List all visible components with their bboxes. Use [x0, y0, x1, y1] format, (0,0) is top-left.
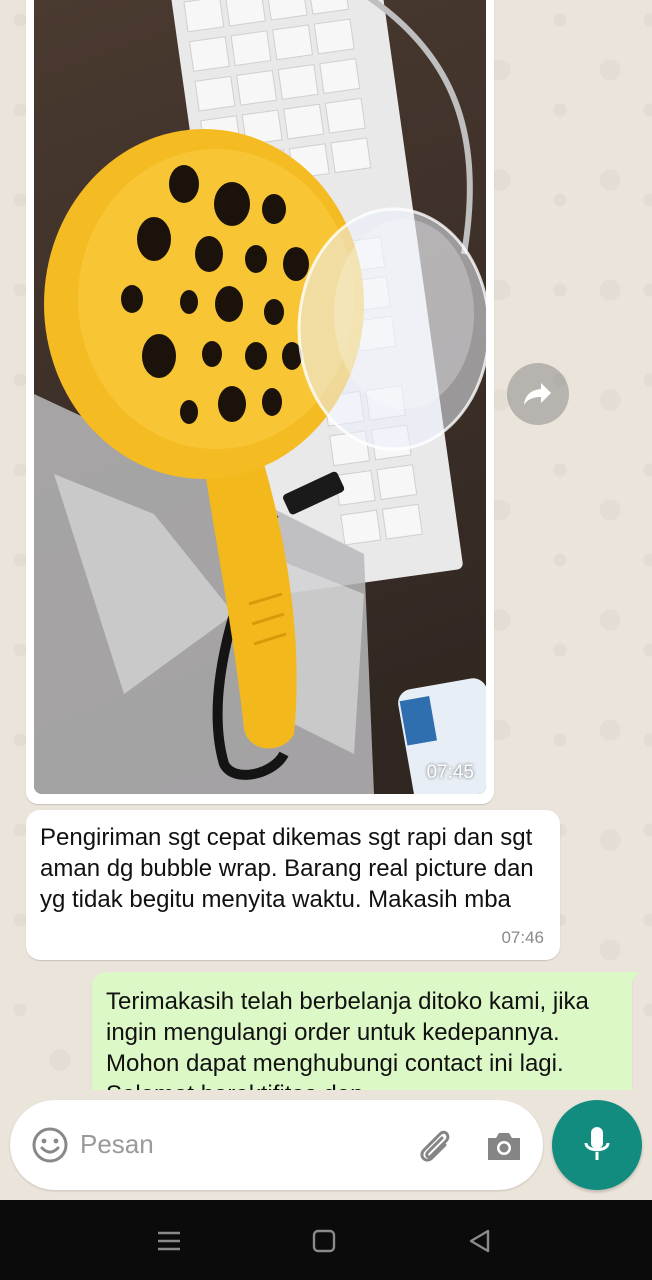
- camera-icon[interactable]: [482, 1124, 526, 1168]
- mic-icon: [584, 1127, 610, 1160]
- product-photo[interactable]: 07:45: [34, 0, 486, 794]
- attach-icon[interactable]: [412, 1124, 456, 1168]
- nav-home-icon[interactable]: [307, 1224, 341, 1258]
- outgoing-bubble-tail: [626, 972, 640, 986]
- image-message[interactable]: 07:45: [26, 0, 494, 804]
- forward-icon: [524, 383, 551, 405]
- voice-record-button[interactable]: [552, 1100, 642, 1190]
- incoming-message-time: 07:46: [501, 928, 544, 947]
- forward-button[interactable]: [507, 363, 569, 425]
- incoming-message[interactable]: Pengiriman sgt cepat dikemas sgt rapi da…: [26, 810, 560, 960]
- message-input[interactable]: Pesan: [80, 1129, 154, 1160]
- nav-menu-icon[interactable]: [152, 1224, 186, 1258]
- system-navigation-bar: [0, 1200, 652, 1280]
- nav-back-icon[interactable]: [463, 1224, 497, 1258]
- image-timestamp: 07:45: [426, 762, 474, 783]
- message-composer[interactable]: Pesan: [10, 1100, 543, 1190]
- emoji-icon[interactable]: [30, 1125, 70, 1165]
- incoming-message-text: Pengiriman sgt cepat dikemas sgt rapi da…: [40, 824, 534, 913]
